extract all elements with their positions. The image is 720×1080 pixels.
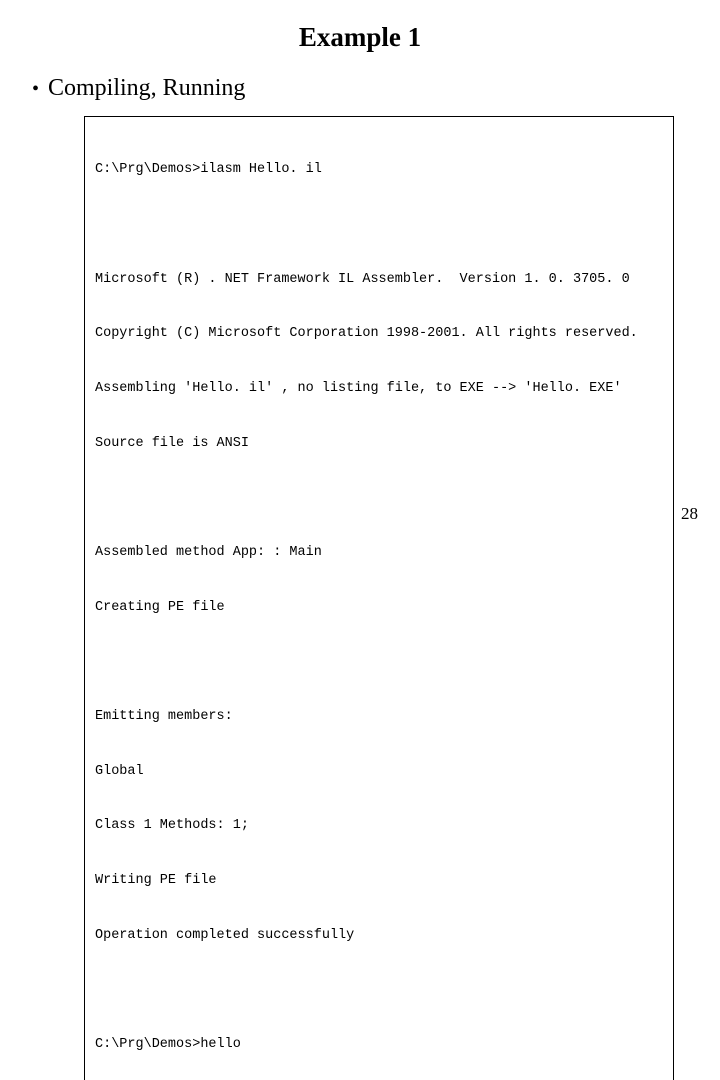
terminal-line: [95, 981, 663, 999]
terminal-line: Assembled method App: : Main: [95, 544, 663, 562]
terminal-line: Writing PE file: [95, 872, 663, 890]
terminal-line: Class 1 Methods: 1;: [95, 817, 663, 835]
terminal-line: Emitting members:: [95, 708, 663, 726]
bullet-icon: •: [32, 79, 48, 99]
terminal-line: Copyright (C) Microsoft Corporation 1998…: [95, 325, 663, 343]
terminal-line: Creating PE file: [95, 599, 663, 617]
slide-title: Example 1: [28, 22, 692, 53]
terminal-line: Microsoft (R) . NET Framework IL Assembl…: [95, 271, 663, 289]
terminal-line: Operation completed successfully: [95, 927, 663, 945]
terminal-line: C:\Prg\Demos>ilasm Hello. il: [95, 161, 663, 179]
terminal-output: C:\Prg\Demos>ilasm Hello. il Microsoft (…: [84, 116, 674, 1080]
bullet-text: Compiling, Running: [48, 75, 245, 102]
terminal-line: [95, 216, 663, 234]
page-number: 28: [681, 504, 698, 524]
terminal-line: Assembling 'Hello. il' , no listing file…: [95, 380, 663, 398]
terminal-line: [95, 653, 663, 671]
bullet-item: • Compiling, Running: [28, 75, 692, 102]
slide: Example 1 • Compiling, Running C:\Prg\De…: [0, 0, 720, 540]
terminal-line: Global: [95, 763, 663, 781]
terminal-line: [95, 489, 663, 507]
terminal-line: C:\Prg\Demos>hello: [95, 1036, 663, 1054]
terminal-line: Source file is ANSI: [95, 435, 663, 453]
